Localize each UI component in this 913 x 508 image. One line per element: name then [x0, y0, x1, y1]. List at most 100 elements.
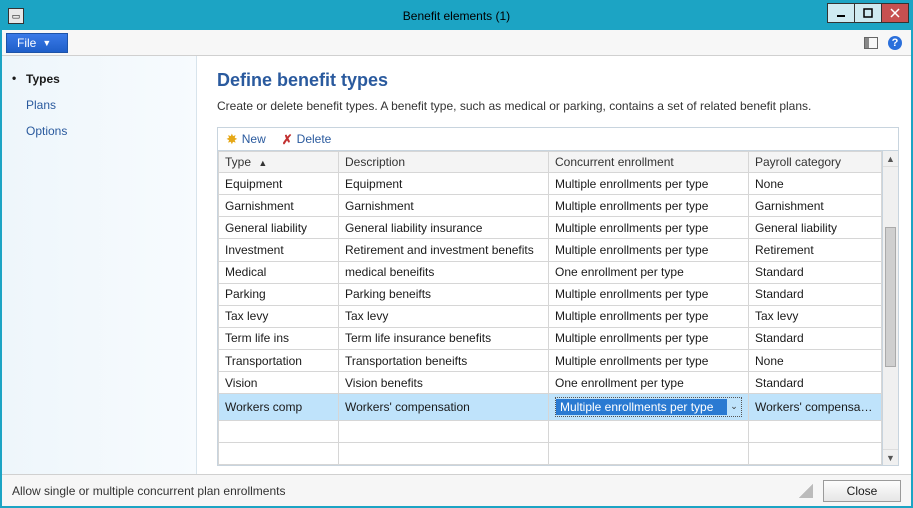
table-row[interactable]: InvestmentRetirement and investment bene…: [219, 239, 882, 261]
window-close-button[interactable]: [881, 3, 909, 23]
window-controls: [828, 3, 909, 23]
cell-concurrent[interactable]: Multiple enrollments per type: [549, 239, 749, 261]
table-row[interactable]: GarnishmentGarnishmentMultiple enrollmen…: [219, 195, 882, 217]
cell-type[interactable]: Garnishment: [219, 195, 339, 217]
grid-header-row: Type ▲ Description Concurrent enrollment…: [219, 152, 882, 173]
table-row[interactable]: VisionVision benefitsOne enrollment per …: [219, 372, 882, 394]
cell-payroll[interactable]: Workers' compensation: [749, 394, 882, 420]
delete-button-label: Delete: [297, 132, 332, 146]
cell-concurrent[interactable]: Multiple enrollments per type⌄: [549, 394, 749, 420]
benefit-types-grid: Type ▲ Description Concurrent enrollment…: [218, 151, 882, 465]
select-value: Multiple enrollments per type: [556, 399, 727, 415]
cell-type[interactable]: Medical: [219, 261, 339, 283]
minimize-button[interactable]: [827, 3, 855, 23]
file-menu-button[interactable]: File ▼: [6, 33, 68, 53]
cell-type[interactable]: Tax levy: [219, 305, 339, 327]
cell-type[interactable]: General liability: [219, 217, 339, 239]
sidebar-item-label: Types: [26, 72, 60, 86]
cell-payroll[interactable]: Garnishment: [749, 195, 882, 217]
resize-grip-icon[interactable]: [799, 484, 813, 498]
new-button[interactable]: ✸ New: [226, 132, 266, 146]
cell-payroll[interactable]: Standard: [749, 327, 882, 349]
cell-concurrent[interactable]: Multiple enrollments per type: [549, 327, 749, 349]
cell-payroll[interactable]: General liability: [749, 217, 882, 239]
cell-description[interactable]: Term life insurance benefits: [339, 327, 549, 349]
sidebar-item-types[interactable]: Types: [2, 66, 196, 92]
sidebar-item-options[interactable]: Options: [2, 118, 196, 144]
grid-scroll: Type ▲ Description Concurrent enrollment…: [218, 150, 898, 465]
cell-payroll[interactable]: Retirement: [749, 239, 882, 261]
vertical-scrollbar[interactable]: ▲ ▼: [882, 151, 898, 465]
table-row[interactable]: Medicalmedical beneifitsOne enrollment p…: [219, 261, 882, 283]
scroll-thumb[interactable]: [885, 227, 896, 367]
cell-description[interactable]: Retirement and investment benefits: [339, 239, 549, 261]
file-menu-label: File: [17, 36, 36, 50]
cell-description[interactable]: Transportation beneifts: [339, 350, 549, 372]
sidebar-item-label: Plans: [26, 98, 56, 112]
new-icon: ✸: [226, 132, 238, 146]
table-row[interactable]: EquipmentEquipmentMultiple enrollments p…: [219, 173, 882, 195]
sidebar-item-plans[interactable]: Plans: [2, 92, 196, 118]
cell-description[interactable]: General liability insurance: [339, 217, 549, 239]
chevron-down-icon[interactable]: ⌄: [727, 401, 741, 412]
table-row[interactable]: TransportationTransportation beneiftsMul…: [219, 350, 882, 372]
table-row[interactable]: Tax levyTax levyMultiple enrollments per…: [219, 305, 882, 327]
scroll-track[interactable]: [883, 167, 898, 449]
status-text: Allow single or multiple concurrent plan…: [12, 484, 789, 498]
cell-type[interactable]: Investment: [219, 239, 339, 261]
maximize-button[interactable]: [854, 3, 882, 23]
maximize-icon: [863, 8, 873, 18]
titlebar: ▭ Benefit elements (1): [2, 2, 911, 30]
close-icon: [890, 8, 900, 18]
cell-type[interactable]: Vision: [219, 372, 339, 394]
col-header-concurrent[interactable]: Concurrent enrollment: [549, 152, 749, 173]
cell-concurrent[interactable]: Multiple enrollments per type: [549, 195, 749, 217]
cell-payroll[interactable]: Standard: [749, 372, 882, 394]
cell-concurrent[interactable]: Multiple enrollments per type: [549, 217, 749, 239]
grid-panel: ✸ New ✗ Delete: [217, 127, 899, 466]
table-row[interactable]: General liabilityGeneral liability insur…: [219, 217, 882, 239]
sidebar-item-label: Options: [26, 124, 67, 138]
cell-concurrent[interactable]: Multiple enrollments per type: [549, 350, 749, 372]
cell-payroll[interactable]: None: [749, 350, 882, 372]
cell-description[interactable]: Vision benefits: [339, 372, 549, 394]
page-description: Create or delete benefit types. A benefi…: [217, 99, 899, 113]
cell-description[interactable]: Equipment: [339, 173, 549, 195]
new-button-label: New: [242, 132, 266, 146]
col-header-type[interactable]: Type ▲: [219, 152, 339, 173]
cell-concurrent[interactable]: Multiple enrollments per type: [549, 305, 749, 327]
layout-button[interactable]: [863, 35, 879, 51]
delete-icon: ✗: [282, 133, 293, 146]
col-header-description[interactable]: Description: [339, 152, 549, 173]
cell-description[interactable]: Tax levy: [339, 305, 549, 327]
help-button[interactable]: ?: [887, 35, 903, 51]
cell-concurrent[interactable]: One enrollment per type: [549, 261, 749, 283]
cell-type[interactable]: Workers comp: [219, 394, 339, 420]
cell-payroll[interactable]: None: [749, 173, 882, 195]
cell-description[interactable]: Parking beneifts: [339, 283, 549, 305]
close-button[interactable]: Close: [823, 480, 901, 502]
minimize-icon: [836, 8, 846, 18]
cell-description[interactable]: Workers' compensation: [339, 394, 549, 420]
cell-concurrent[interactable]: Multiple enrollments per type: [549, 283, 749, 305]
cell-type[interactable]: Transportation: [219, 350, 339, 372]
cell-concurrent[interactable]: One enrollment per type: [549, 372, 749, 394]
cell-type[interactable]: Term life ins: [219, 327, 339, 349]
delete-button[interactable]: ✗ Delete: [282, 132, 332, 146]
cell-concurrent[interactable]: Multiple enrollments per type: [549, 173, 749, 195]
cell-type[interactable]: Equipment: [219, 173, 339, 195]
app-icon: ▭: [8, 8, 24, 24]
cell-description[interactable]: Garnishment: [339, 195, 549, 217]
cell-payroll[interactable]: Standard: [749, 283, 882, 305]
table-row[interactable]: Workers compWorkers' compensationMultipl…: [219, 394, 882, 420]
cell-payroll[interactable]: Tax levy: [749, 305, 882, 327]
scroll-down-icon[interactable]: ▼: [883, 449, 898, 465]
cell-payroll[interactable]: Standard: [749, 261, 882, 283]
cell-description[interactable]: medical beneifits: [339, 261, 549, 283]
scroll-up-icon[interactable]: ▲: [883, 151, 898, 167]
col-header-payroll[interactable]: Payroll category: [749, 152, 882, 173]
cell-type[interactable]: Parking: [219, 283, 339, 305]
table-row[interactable]: Term life insTerm life insurance benefit…: [219, 327, 882, 349]
concurrent-enrollment-select[interactable]: Multiple enrollments per type⌄: [555, 397, 742, 416]
table-row[interactable]: ParkingParking beneiftsMultiple enrollme…: [219, 283, 882, 305]
